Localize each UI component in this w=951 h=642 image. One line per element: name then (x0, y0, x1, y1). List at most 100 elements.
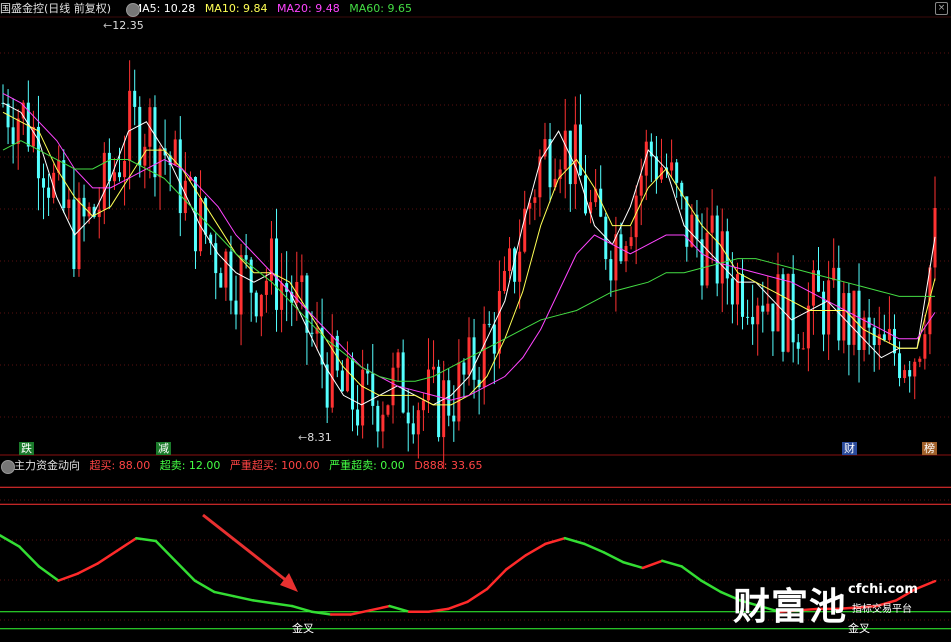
d888-segment (193, 579, 216, 594)
d888-segment (700, 579, 722, 594)
d888-segment (135, 536, 158, 543)
d888-segment (154, 539, 177, 563)
d888-segment (232, 594, 255, 602)
d888-segment (251, 599, 274, 605)
settings-icon[interactable] (126, 3, 140, 17)
candle-body (244, 255, 248, 260)
event-tag-reduce[interactable]: 减 (156, 442, 171, 455)
d888-segment (602, 551, 625, 564)
low-price-value: 8.31 (307, 431, 332, 444)
candle-body (442, 380, 446, 438)
candle-body (817, 270, 820, 292)
candle-body (766, 303, 770, 312)
candle-body (492, 324, 496, 354)
candle-body (614, 234, 618, 281)
candle-body (791, 273, 795, 343)
candle-body (112, 172, 116, 182)
d888-segment (18, 545, 41, 568)
candle-body (624, 245, 628, 262)
d888-segment (524, 542, 547, 557)
candle-body (102, 152, 106, 210)
oversell-legend: 超卖: 12.00 (159, 459, 221, 472)
d888-segment (544, 536, 567, 546)
candle-body (827, 280, 831, 335)
d888-segment (661, 559, 684, 568)
stock-chart-window: 国盛金控(日线 前复权) MA5: 10.28 MA10: 9.84 MA20:… (0, 0, 951, 642)
ma20-legend: MA20: 9.48 (277, 2, 340, 15)
candle-body (533, 197, 537, 203)
candle-body (391, 367, 395, 406)
candle-body (715, 215, 719, 284)
candle-body (472, 337, 476, 380)
candle-body (837, 267, 841, 341)
candle-body (756, 305, 760, 325)
stock-title: 国盛金控(日线 前复权) (0, 2, 112, 15)
candle-body (421, 400, 425, 411)
candle-body (462, 362, 466, 375)
event-tag-fall[interactable]: 跌 (19, 442, 34, 455)
candle-body (502, 270, 506, 291)
candle-body (730, 278, 734, 305)
candle-body (376, 405, 380, 432)
candle-body (629, 237, 633, 246)
candle-body (761, 305, 765, 312)
overbuy-legend: 超买: 88.00 (89, 459, 151, 472)
candle-body (153, 107, 157, 178)
close-icon[interactable]: × (935, 2, 948, 15)
high-price-marker: ←12.35 (103, 19, 144, 32)
candle-body (781, 274, 785, 352)
d888-legend: D888: 33.65 (414, 459, 483, 472)
ma60-legend: MA60: 9.65 (349, 2, 412, 15)
candle-body (340, 370, 344, 392)
candle-body (862, 317, 866, 351)
candle-body (264, 280, 268, 295)
indicator-settings-icon[interactable] (1, 460, 15, 474)
candle-body (882, 334, 886, 341)
d888-segment (213, 590, 235, 598)
candle-body (305, 275, 309, 333)
indicator-header: 主力资金动向 超买: 88.00 超卖: 12.00 严重超买: 100.00 … (0, 458, 488, 474)
low-price-marker: ←8.31 (298, 431, 332, 444)
candle-body (903, 370, 907, 379)
candle-body (138, 106, 142, 166)
candle-body (467, 337, 471, 375)
high-price-value: 12.35 (112, 19, 144, 32)
candle-body (42, 178, 46, 188)
candle-body (735, 274, 739, 305)
candle-body (254, 292, 258, 317)
candle-body (310, 332, 314, 334)
indicator-name: 主力资金动向 (14, 459, 80, 472)
severe-overbuy-legend: 严重超买: 100.00 (229, 459, 320, 472)
d888-segment (115, 536, 138, 553)
d888-segment (271, 601, 294, 608)
chart-canvas[interactable] (0, 0, 951, 642)
candle-body (573, 124, 577, 185)
ma10-legend: MA10: 9.84 (204, 2, 268, 15)
candle-body (786, 273, 790, 352)
candle-body (670, 162, 674, 171)
candle-body (229, 251, 233, 301)
candle-body (16, 118, 20, 145)
candle-body (62, 160, 66, 209)
d888-segment (349, 609, 372, 616)
candle-body (487, 323, 491, 325)
event-tag-finance[interactable]: 财 (842, 442, 857, 455)
candle-body (386, 405, 390, 415)
candle-body (47, 187, 51, 198)
candle-body (913, 361, 917, 377)
d888-segment (96, 549, 119, 565)
candle-body (107, 152, 111, 182)
main-chart-header: 国盛金控(日线 前复权) MA5: 10.28 MA10: 9.84 MA20:… (0, 1, 418, 17)
candle-body (639, 175, 643, 196)
candle-body (751, 316, 755, 325)
candle-body (923, 334, 927, 359)
d888-segment (388, 604, 411, 613)
candle-body (877, 334, 881, 346)
candle-body (426, 369, 430, 401)
candle-body (178, 139, 182, 214)
candle-body (518, 251, 522, 282)
event-tag-ranking[interactable]: 榜 (922, 442, 937, 455)
candle-body (361, 369, 365, 426)
d888-segment (914, 579, 937, 591)
candle-body (67, 199, 71, 209)
